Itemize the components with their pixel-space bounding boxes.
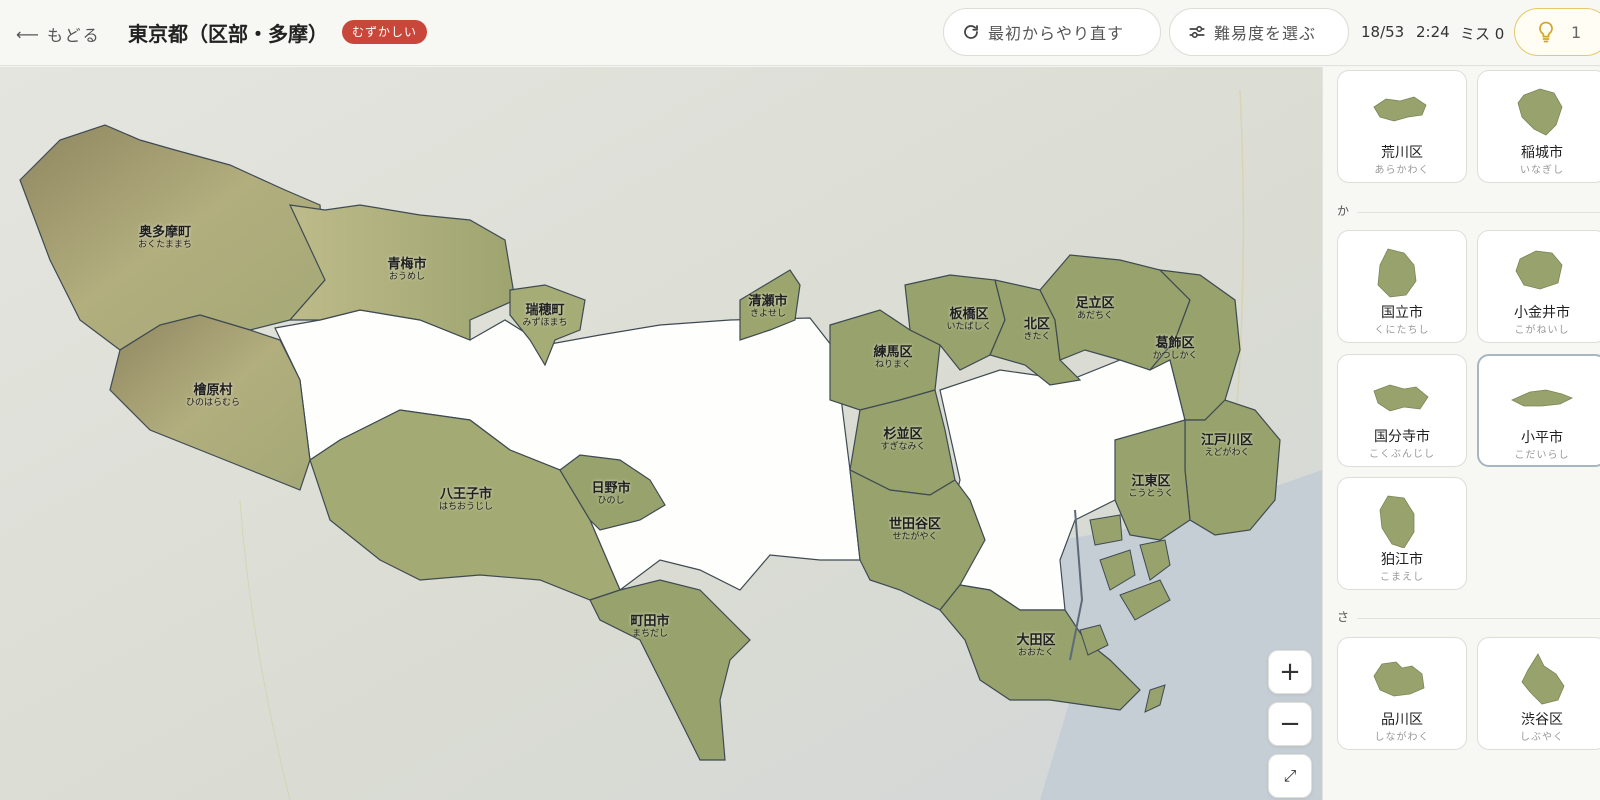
top-bar: ⟵ もどる 東京都（区部・多摩） むずかしい 最初からやり直す 難易度を選ぶ 1… xyxy=(0,0,1600,66)
choose-difficulty-label: 難易度を選ぶ xyxy=(1214,24,1317,43)
zoom-in-button[interactable]: + xyxy=(1268,650,1312,694)
region-silhouette-icon xyxy=(1373,384,1429,412)
region-card-list[interactable]: か さ 荒川区 あらかわく 稲城市 いなぎし 国立市 くにたちし 小金井市 こがねいし 国分寺市… xyxy=(1322,67,1600,800)
map-canvas[interactable]: 奥多摩町 おくたままち 青梅市 おうめし 瑞穂町 みずほまち 清瀬市 きよせし 檜原村 ひのはらむ… xyxy=(0,67,1322,800)
section-divider xyxy=(1357,212,1600,213)
card-name: 小平市 xyxy=(1521,430,1563,446)
minus-icon: − xyxy=(1279,709,1301,739)
region-silhouette-icon xyxy=(1377,248,1417,298)
region-silhouette-icon xyxy=(1373,96,1427,122)
hint-button[interactable]: 1 xyxy=(1514,8,1600,56)
card-reading: いなぎし xyxy=(1520,165,1564,176)
hint-count: 1 xyxy=(1571,22,1582,42)
card-name: 狛江市 xyxy=(1381,552,1423,568)
expand-icon: ⤢ xyxy=(1283,766,1297,785)
refresh-icon xyxy=(964,25,978,39)
card-reading: こがねいし xyxy=(1514,325,1570,336)
section-divider xyxy=(1357,618,1600,619)
region-card[interactable]: 稲城市 いなぎし xyxy=(1477,70,1600,183)
card-name: 小金井市 xyxy=(1514,305,1570,321)
region-silhouette-icon xyxy=(1373,661,1425,697)
card-name: 品川区 xyxy=(1381,712,1423,728)
region-card[interactable]: 渋谷区 しぶやく xyxy=(1477,637,1600,750)
back-button[interactable]: ⟵ もどる xyxy=(16,22,101,46)
card-reading: しぶやく xyxy=(1520,732,1564,743)
plus-icon: + xyxy=(1279,657,1301,687)
region-silhouette-icon xyxy=(1379,495,1415,548)
page-title: 東京都（区部・多摩） xyxy=(128,22,328,46)
fullscreen-button[interactable]: ⤢ xyxy=(1268,754,1312,798)
region-silhouette-icon xyxy=(1515,250,1563,290)
arrow-left-icon: ⟵ xyxy=(16,24,41,44)
region-silhouette-icon xyxy=(1521,653,1565,705)
back-label: もどる xyxy=(46,26,101,45)
card-reading: こくぶんじし xyxy=(1369,449,1435,460)
sliders-icon xyxy=(1189,25,1205,39)
region-silhouette-icon xyxy=(1511,389,1573,407)
restart-button[interactable]: 最初からやり直す xyxy=(943,8,1161,56)
restart-label: 最初からやり直す xyxy=(988,24,1125,43)
region-koto xyxy=(1114,419,1191,541)
card-reading: しながわく xyxy=(1374,732,1430,743)
card-name: 渋谷区 xyxy=(1521,712,1563,728)
region-card[interactable]: 狛江市 こまえし xyxy=(1337,477,1467,590)
miss-counter: ミス 0 xyxy=(1460,25,1505,43)
card-name: 荒川区 xyxy=(1381,145,1423,161)
region-silhouette-icon xyxy=(1517,88,1563,136)
region-card[interactable]: 品川区 しながわく xyxy=(1337,637,1467,750)
region-card[interactable]: 国分寺市こくぶんじし xyxy=(1337,354,1467,467)
tokyo-map xyxy=(0,67,1322,800)
region-card[interactable]: 小金井市 こがねいし xyxy=(1477,230,1600,343)
region-card[interactable]: 国立市 くにたちし xyxy=(1337,230,1467,343)
card-name: 国分寺市 xyxy=(1374,429,1430,445)
timer: 2:24 xyxy=(1416,23,1450,41)
zoom-out-button[interactable]: − xyxy=(1268,702,1312,746)
choose-difficulty-button[interactable]: 難易度を選ぶ xyxy=(1169,8,1349,56)
card-reading: こだいらし xyxy=(1514,450,1570,461)
progress-counter: 18/53 xyxy=(1361,23,1405,41)
card-reading: くにたちし xyxy=(1374,325,1430,336)
difficulty-badge: むずかしい xyxy=(342,20,428,44)
region-card[interactable]: 荒川区 あらかわく xyxy=(1337,70,1467,183)
card-name: 国立市 xyxy=(1381,305,1423,321)
region-card[interactable]: 小平市 こだいらし xyxy=(1477,354,1600,467)
section-heading-ka: か xyxy=(1337,204,1350,218)
card-name: 稲城市 xyxy=(1521,145,1563,161)
card-reading: こまえし xyxy=(1380,572,1424,583)
card-reading: あらかわく xyxy=(1374,165,1430,176)
lightbulb-icon xyxy=(1539,21,1553,43)
section-heading-sa: さ xyxy=(1337,610,1350,624)
